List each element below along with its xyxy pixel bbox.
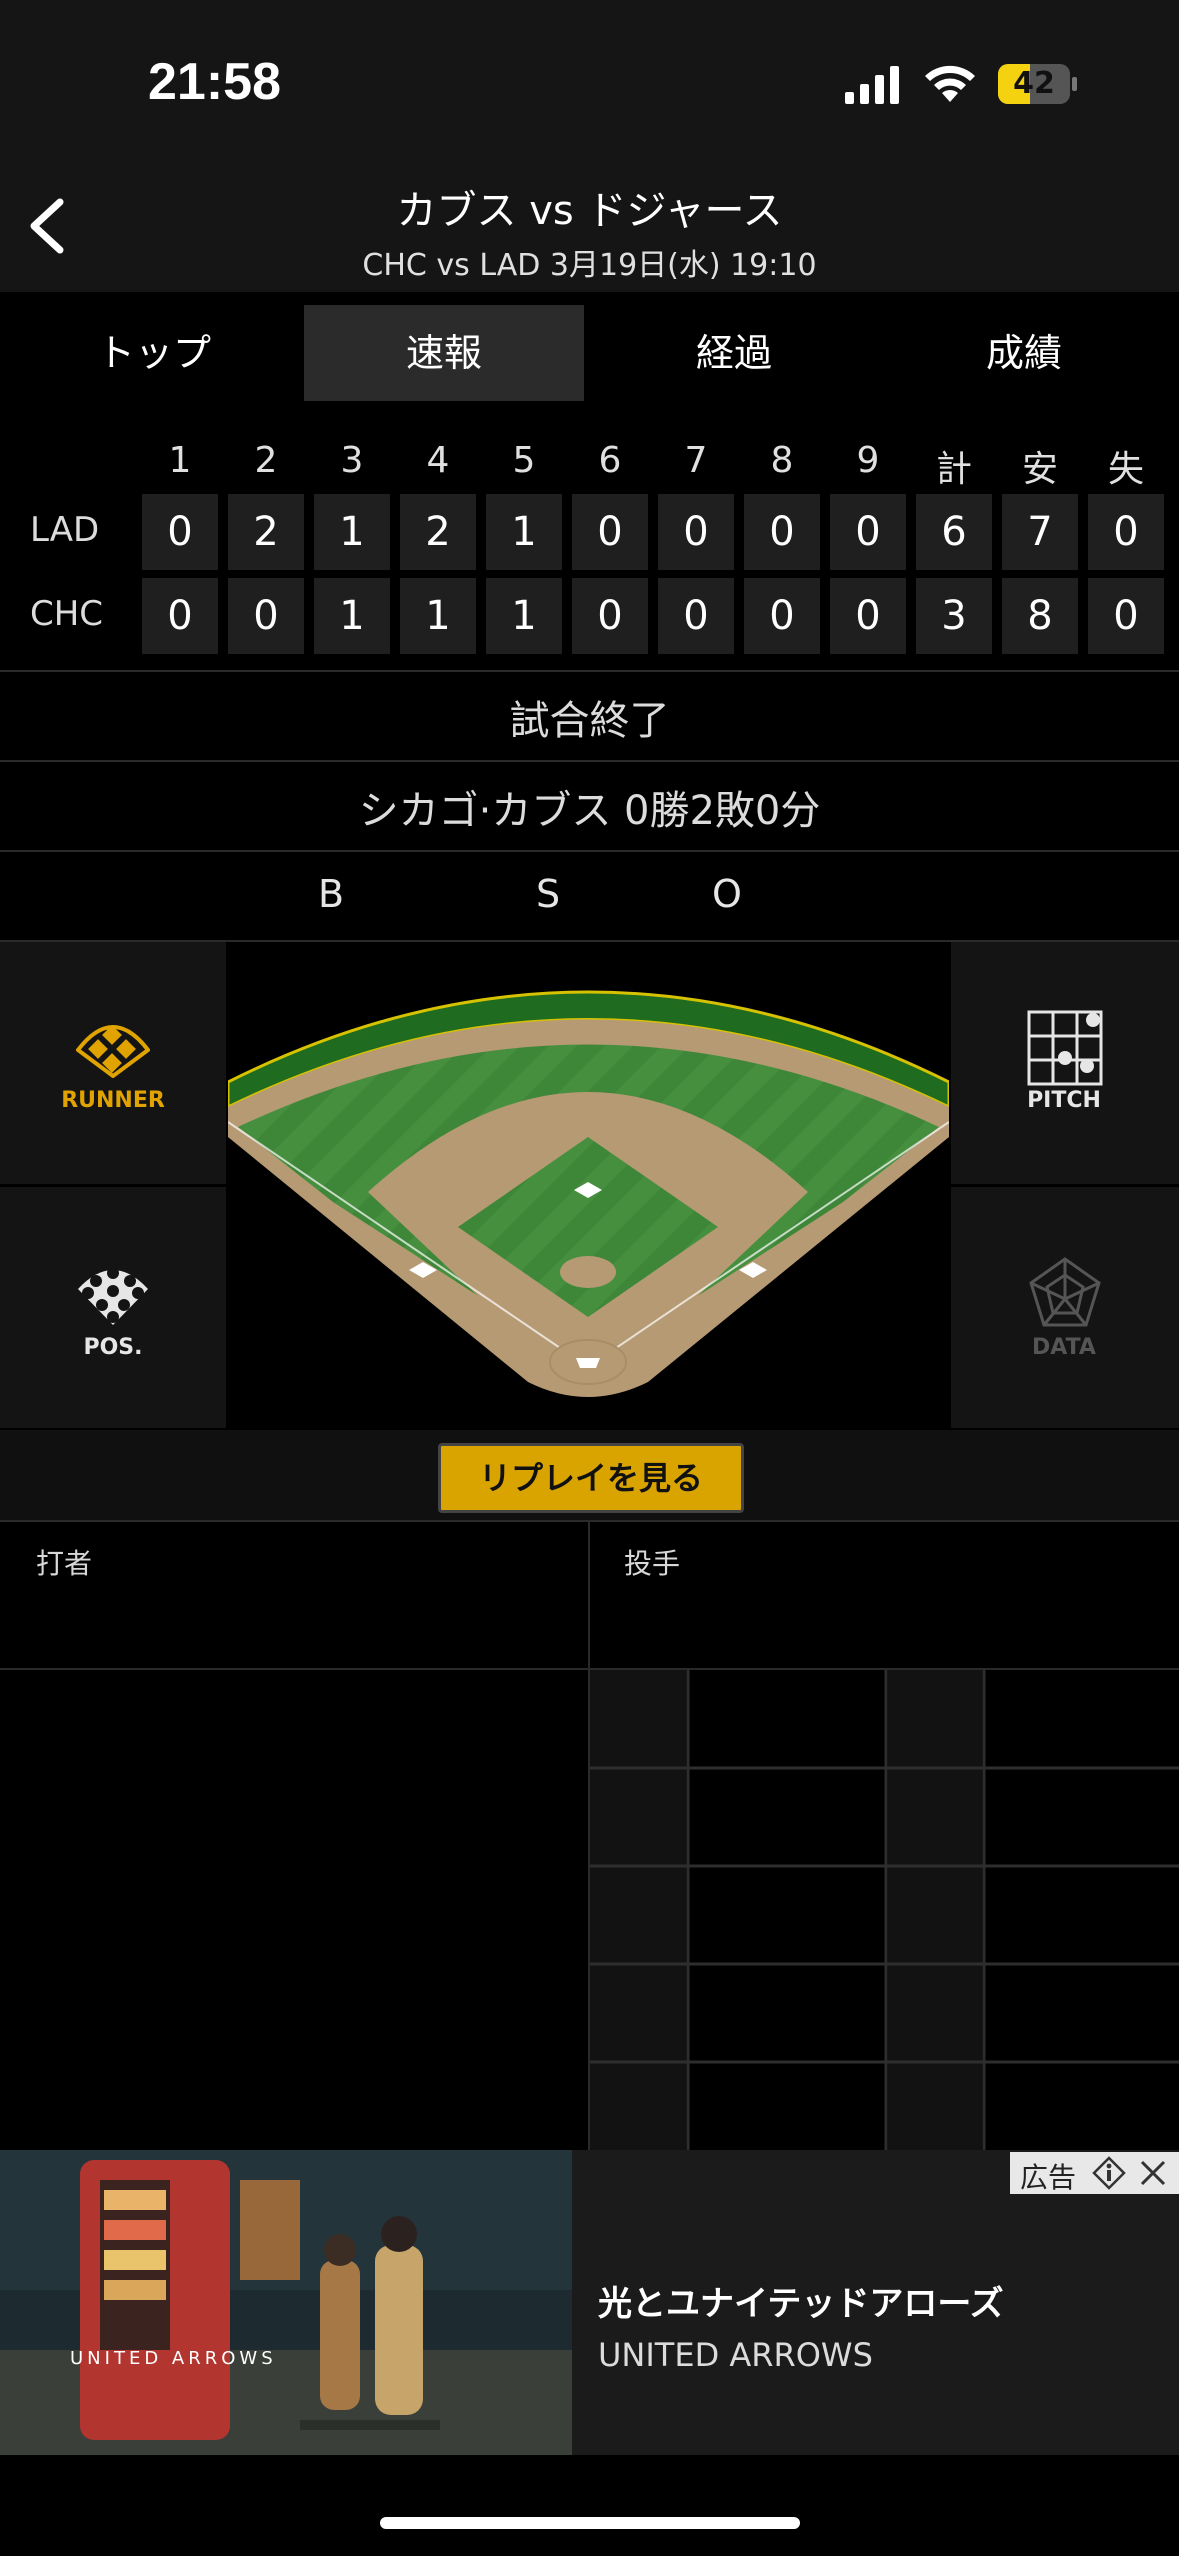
radar-chart-icon — [1029, 1257, 1101, 1327]
inning-header: 3 — [340, 440, 364, 481]
score-cell: 0 — [744, 494, 820, 570]
score-cell: 0 — [744, 578, 820, 654]
inning-header: 6 — [598, 440, 622, 481]
team-name-home: CHC — [30, 594, 104, 634]
score-cell: 0 — [830, 494, 906, 570]
score-cell: 0 — [228, 578, 304, 654]
inning-header: 5 — [512, 440, 536, 481]
runs-header: 計 — [935, 449, 972, 490]
game-status: 試合終了 — [509, 698, 670, 744]
position-button[interactable]: POS. — [0, 1187, 226, 1428]
runner-diamond-icon — [76, 1025, 150, 1078]
close-icon[interactable] — [1138, 2158, 1168, 2188]
divider — [0, 850, 1179, 852]
batter-label: 打者 — [36, 1547, 93, 1580]
ad-title[interactable]: 光とユナイテッドアローズ — [598, 2276, 1004, 2325]
ball-count-label: B — [318, 872, 345, 916]
team-name-away: LAD — [30, 510, 100, 550]
total-runs-cell: 6 — [916, 494, 992, 570]
inning-header: 8 — [770, 440, 794, 481]
inning-header: 4 — [426, 440, 450, 481]
tab-progress[interactable]: 経過 — [594, 305, 874, 401]
strike-count-label: S — [536, 872, 561, 916]
score-cell: 1 — [400, 578, 476, 654]
pitch-grid-icon — [1027, 1010, 1103, 1086]
score-cell: 0 — [572, 494, 648, 570]
ad-image[interactable]: UNITED ARROWS — [0, 2150, 572, 2455]
inning-header: 2 — [254, 440, 278, 481]
page-subtitle: CHC vs LAD 3月19日(水) 19:10 — [362, 248, 817, 283]
data-label: DATA — [1032, 1335, 1096, 1360]
ad-image-logo: UNITED ARROWS — [70, 2348, 277, 2369]
hits-cell: 8 — [1002, 578, 1078, 654]
home-indicator-area — [0, 2455, 1179, 2556]
pitch-button[interactable]: PITCH — [951, 942, 1179, 1184]
pitch-log-grid — [590, 1670, 1179, 2150]
score-cell: 2 — [400, 494, 476, 570]
tab-top[interactable]: トップ — [14, 305, 294, 401]
hits-cell: 7 — [1002, 494, 1078, 570]
score-cell: 0 — [572, 578, 648, 654]
page-title: カブス vs ドジャース — [396, 188, 783, 234]
divider — [0, 760, 1179, 762]
ad-badge[interactable]: 広告 — [1010, 2152, 1179, 2194]
ad-label: 広告 — [1020, 2161, 1077, 2194]
score-cell: 1 — [486, 578, 562, 654]
runner-button[interactable]: RUNNER — [0, 942, 226, 1184]
battery-level: 42 — [1013, 66, 1055, 101]
tab-stats[interactable]: 成績 — [884, 305, 1164, 401]
errors-cell: 0 — [1088, 578, 1164, 654]
divider — [0, 670, 1179, 672]
tab-live[interactable]: 速報 — [304, 305, 584, 401]
inning-header: 9 — [856, 440, 880, 481]
pitch-label: PITCH — [1027, 1088, 1101, 1113]
score-cell: 1 — [314, 494, 390, 570]
position-icon — [78, 1267, 148, 1325]
baseball-field — [228, 990, 949, 1397]
total-runs-cell: 3 — [916, 578, 992, 654]
out-count-label: O — [712, 872, 742, 916]
divider — [0, 1520, 1179, 1522]
home-indicator[interactable] — [380, 2517, 800, 2529]
errors-cell: 0 — [1088, 494, 1164, 570]
score-cell: 1 — [486, 494, 562, 570]
battery-icon: 42 — [998, 64, 1077, 104]
errors-header: 失 — [1107, 449, 1144, 490]
ad-info-icon[interactable] — [1092, 2156, 1126, 2190]
data-button[interactable]: DATA — [951, 1187, 1179, 1428]
position-label: POS. — [83, 1335, 143, 1360]
score-cell: 1 — [314, 578, 390, 654]
hits-header: 安 — [1021, 449, 1058, 490]
inning-header: 1 — [168, 440, 192, 481]
score-cell: 0 — [658, 494, 734, 570]
ad-brand[interactable]: UNITED ARROWS — [598, 2336, 873, 2374]
wifi-icon — [922, 62, 978, 110]
pitcher-label: 投手 — [624, 1547, 681, 1580]
status-time: 21:58 — [148, 53, 281, 111]
inning-header: 7 — [684, 440, 708, 481]
score-cell: 2 — [228, 494, 304, 570]
score-cell: 0 — [658, 578, 734, 654]
score-cell: 0 — [830, 578, 906, 654]
signal-icon — [845, 64, 903, 110]
team-record: シカゴ·カブス 0勝2敗0分 — [358, 788, 821, 834]
runner-label: RUNNER — [61, 1088, 165, 1113]
score-cell: 0 — [142, 578, 218, 654]
watch-replay-button[interactable]: リプレイを見る — [438, 1443, 744, 1513]
score-cell: 0 — [142, 494, 218, 570]
